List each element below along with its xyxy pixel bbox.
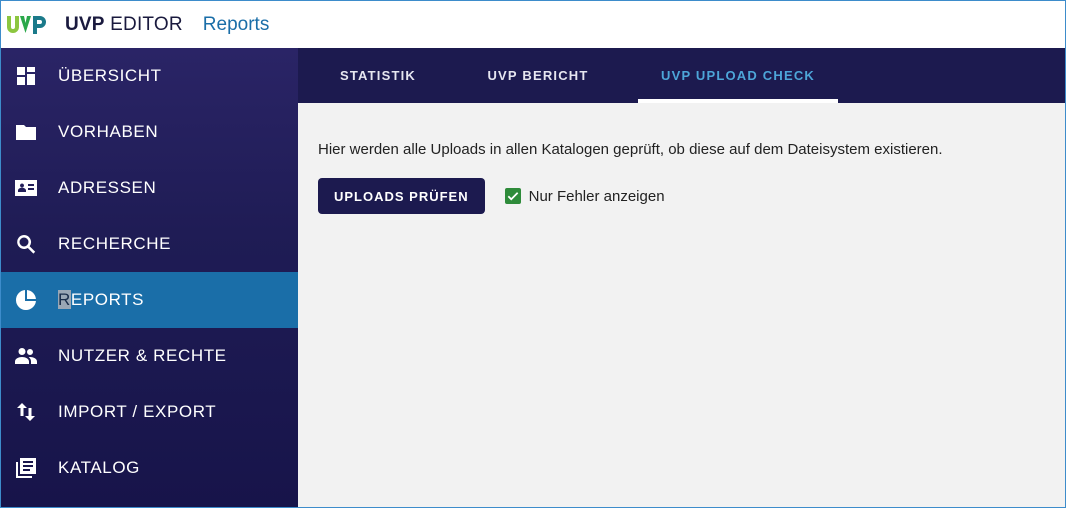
sidebar-item-label: RECHERCHE: [58, 234, 172, 253]
uvp-logo[interactable]: [5, 13, 51, 37]
app-title-bold: UVP: [65, 13, 105, 35]
page-title: Reports: [202, 13, 270, 35]
import-export-icon: [13, 399, 39, 425]
people-icon: [13, 343, 39, 369]
text-cursor-char: R: [58, 290, 71, 309]
tab-bar: STATISTIK UVP BERICHT UVP UPLOAD CHECK: [298, 48, 1065, 103]
sidebar-item-adressen[interactable]: ADRESSEN: [1, 160, 298, 216]
checkbox-label: Nur Fehler anzeigen: [528, 187, 665, 205]
top-bar: UVP EDITOR Reports: [1, 1, 1065, 48]
sidebar-item-label-rest: EPORTS: [70, 290, 145, 309]
sidebar-item-katalog[interactable]: KATALOG: [1, 440, 298, 496]
pie-chart-icon: [13, 287, 39, 313]
sidebar-item-uebersicht[interactable]: ÜBERSICHT: [1, 48, 298, 104]
check-uploads-button[interactable]: UPLOADS PRÜFEN: [318, 178, 485, 214]
sidebar-item-label: IMPORT / EXPORT: [58, 402, 217, 421]
dashboard-icon: [13, 63, 39, 89]
app-title-rest: EDITOR: [110, 13, 183, 35]
sidebar-item-label: NUTZER & RECHTE: [58, 346, 227, 365]
tab-uvp-upload-check[interactable]: UVP UPLOAD CHECK: [638, 48, 838, 103]
tab-uvp-bericht[interactable]: UVP BERICHT: [438, 48, 638, 103]
sidebar-item-label: ADRESSEN: [58, 178, 157, 197]
sidebar-item-nutzer-rechte[interactable]: NUTZER & RECHTE: [1, 328, 298, 384]
sidebar-item-reports[interactable]: REPORTS: [1, 272, 298, 328]
sidebar-item-label: VORHABEN: [58, 122, 159, 141]
folder-icon: [13, 119, 39, 145]
sidebar-item-label: ÜBERSICHT: [58, 66, 162, 85]
sidebar-item-vorhaben[interactable]: VORHABEN: [1, 104, 298, 160]
library-books-icon: [13, 455, 39, 481]
sidebar: ÜBERSICHT VORHABEN ADRESSEN RECHERCHE RE…: [1, 48, 298, 507]
controls-row: UPLOADS PRÜFEN Nur Fehler anzeigen: [318, 178, 1045, 214]
upload-check-content: Hier werden alle Uploads in allen Katalo…: [298, 103, 1065, 214]
sidebar-item-import-export[interactable]: IMPORT / EXPORT: [1, 384, 298, 440]
checkbox-checked-icon[interactable]: [504, 188, 521, 204]
sidebar-item-recherche[interactable]: RECHERCHE: [1, 216, 298, 272]
errors-only-checkbox[interactable]: Nur Fehler anzeigen: [504, 187, 665, 205]
main-panel: STATISTIK UVP BERICHT UVP UPLOAD CHECK H…: [298, 48, 1065, 507]
search-icon: [13, 231, 39, 257]
tab-statistik[interactable]: STATISTIK: [318, 48, 438, 103]
contact-card-icon: [13, 175, 39, 201]
app-title: UVP EDITOR: [65, 14, 183, 36]
sidebar-item-label: KATALOG: [58, 458, 140, 477]
description-text: Hier werden alle Uploads in allen Katalo…: [318, 141, 943, 158]
uvp-logo-icon: [7, 15, 46, 34]
sidebar-item-label: REPORTS: [58, 290, 144, 310]
